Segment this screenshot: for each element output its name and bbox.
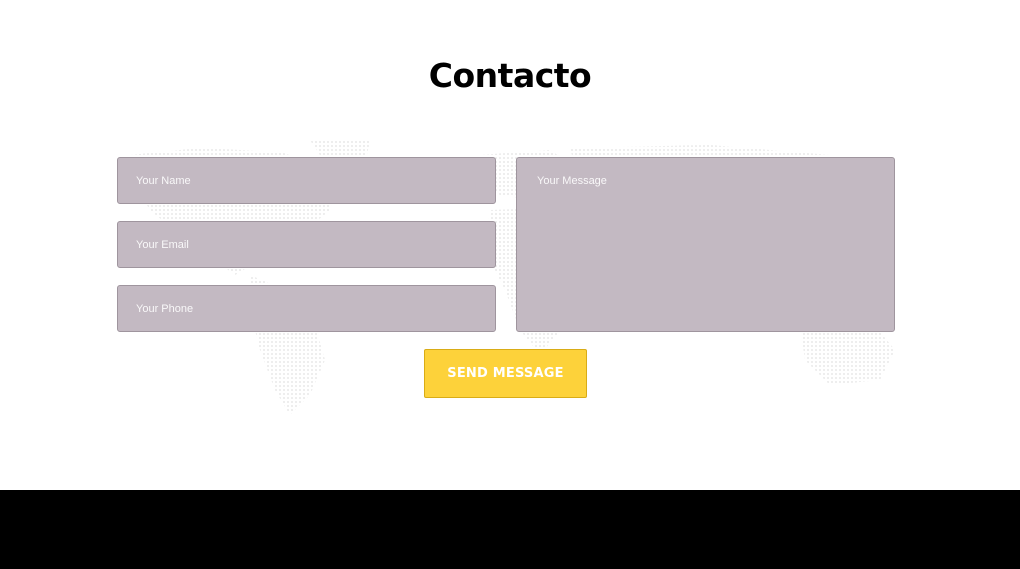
name-field[interactable] [117, 157, 496, 204]
send-message-button[interactable]: SEND MESSAGE [424, 349, 587, 398]
page-title: Contacto [428, 56, 592, 95]
footer [0, 490, 1020, 569]
phone-field[interactable] [117, 285, 496, 332]
email-field[interactable] [117, 221, 496, 268]
contact-section: Contacto SEND MESSAGE [0, 0, 1020, 490]
page: Contacto SEND MESSAGE [0, 0, 1020, 569]
message-field[interactable] [516, 157, 895, 332]
